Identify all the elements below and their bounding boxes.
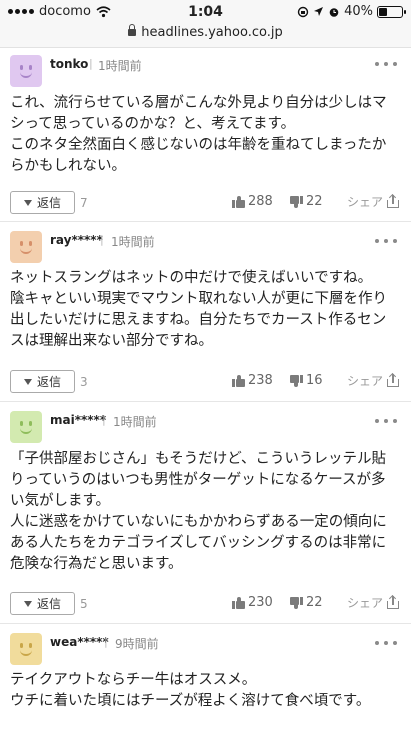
address-bar[interactable]: headlines.yahoo.co.jp [0, 24, 411, 40]
url-text: headlines.yahoo.co.jp [141, 25, 283, 40]
dislike-button[interactable]: 22 [290, 194, 323, 209]
avatar[interactable] [10, 231, 42, 263]
comment-text: テイクアウトならチー牛はオススメ。 ウチに着いた頃にはチーズが程よく溶けて食べ頃… [10, 672, 371, 709]
comment-time: 1時間前 [111, 235, 155, 249]
thumbs-down-icon [290, 374, 303, 387]
divider: | [89, 57, 93, 70]
comment-item: ray***** | 1時間前 ネットスラングはネットの中だけで使えばいいですね… [0, 222, 411, 402]
reply-count: 5 [80, 597, 88, 611]
avatar[interactable] [10, 55, 42, 87]
more-icon[interactable] [375, 640, 397, 646]
divider: | [102, 413, 106, 426]
share-button[interactable]: シェア [347, 594, 399, 611]
like-button[interactable]: 230 [232, 595, 273, 610]
status-bar: docomo 1:04 40% headlines.yahoo.co.jp [0, 0, 411, 48]
reply-count: 7 [80, 196, 88, 210]
triangle-down-icon [23, 378, 32, 385]
divider: | [104, 635, 108, 648]
thumbs-up-icon [232, 195, 245, 208]
thumbs-down-icon [290, 596, 303, 609]
reply-count: 3 [80, 375, 88, 389]
dislike-button[interactable]: 22 [290, 595, 323, 610]
thumbs-up-icon [232, 374, 245, 387]
avatar[interactable] [10, 411, 42, 443]
comment-text: ネットスラングはネットの中だけで使えばいいですね。 陰キャといい現実でマウント取… [10, 270, 387, 349]
share-icon [387, 372, 399, 387]
username[interactable]: wea***** [50, 635, 109, 649]
comment-item: tonko | 1時間前 これ、流行らせている層がこんな外見より自分は少しはマ … [0, 48, 411, 222]
thumbs-up-icon [232, 596, 245, 609]
comment-time: 9時間前 [115, 637, 159, 651]
reply-button[interactable]: 返信 [10, 370, 75, 393]
reply-button[interactable]: 返信 [10, 592, 75, 615]
comment-text: これ、流行らせている層がこんな外見より自分は少しはマ シって思っているのかな？と… [10, 95, 387, 174]
alarm-icon [329, 7, 339, 17]
triangle-down-icon [23, 199, 32, 206]
like-button[interactable]: 238 [232, 373, 273, 388]
comment-item: mai***** | 1時間前 「子供部屋おじさん」もそうだけど、こういうレッテ… [0, 402, 411, 624]
reply-button[interactable]: 返信 [10, 191, 75, 214]
lock-icon [128, 24, 137, 37]
comment-time: 1時間前 [113, 415, 157, 429]
like-button[interactable]: 288 [232, 194, 273, 209]
share-button[interactable]: シェア [347, 372, 399, 389]
share-icon [387, 193, 399, 208]
comment-text: 「子供部屋おじさん」もそうだけど、こういうレッテル貼 りっていうのはいつも男性が… [10, 451, 387, 572]
username[interactable]: tonko [50, 57, 88, 71]
more-icon[interactable] [375, 238, 397, 244]
avatar[interactable] [10, 633, 42, 665]
thumbs-down-icon [290, 195, 303, 208]
username[interactable]: mai***** [50, 413, 106, 427]
dislike-button[interactable]: 16 [290, 373, 323, 388]
comment-item: wea***** | 9時間前 テイクアウトならチー牛はオススメ。 ウチに着いた… [0, 624, 411, 731]
location-icon [314, 7, 324, 16]
battery-percent: 40% [344, 4, 373, 19]
divider: | [100, 233, 104, 246]
comment-time: 1時間前 [98, 59, 142, 73]
triangle-down-icon [23, 600, 32, 607]
battery-icon [377, 5, 406, 18]
share-icon [387, 594, 399, 609]
orientation-lock-icon [297, 6, 309, 17]
more-icon[interactable] [375, 418, 397, 424]
share-button[interactable]: シェア [347, 193, 399, 210]
more-icon[interactable] [375, 61, 397, 67]
username[interactable]: ray***** [50, 233, 103, 247]
